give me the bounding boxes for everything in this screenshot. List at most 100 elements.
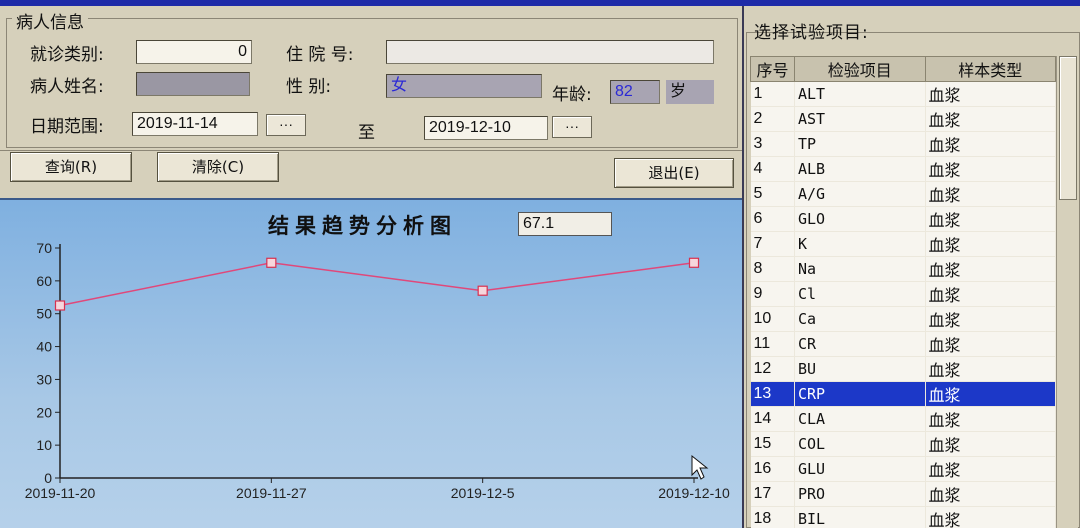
row-item-cell: Cl	[794, 281, 926, 307]
row-item-cell: A/G	[794, 181, 926, 207]
row-sample-cell: 血浆	[925, 106, 1056, 132]
table-row[interactable]: 13 CRP 血浆	[750, 381, 1056, 407]
chart-title: 结果趋势分析图	[268, 214, 457, 238]
age-label: 年龄:	[552, 85, 592, 105]
table-row[interactable]: 9 Cl 血浆	[750, 281, 1056, 307]
row-number-cell: 13	[750, 381, 795, 407]
row-sample-cell: 血浆	[925, 81, 1056, 107]
row-item-cell: CRP	[794, 381, 926, 407]
table-scrollbar[interactable]	[1056, 56, 1078, 528]
table-row[interactable]: 10 Ca 血浆	[750, 306, 1056, 332]
mouse-cursor-icon	[691, 454, 709, 480]
row-sample-cell: 血浆	[925, 156, 1056, 182]
row-sample-cell: 血浆	[925, 381, 1056, 407]
row-item-cell: AST	[794, 106, 926, 132]
date-from-picker-button[interactable]: ···	[266, 114, 306, 136]
table-row[interactable]: 5 A/G 血浆	[750, 181, 1056, 207]
clear-button[interactable]: 清除(C)	[157, 152, 279, 182]
row-number-cell: 2	[750, 106, 795, 132]
column-header-no[interactable]: 序号	[750, 56, 795, 82]
admission-no-field[interactable]	[386, 40, 714, 64]
date-range-label: 日期范围:	[30, 117, 104, 137]
data-point-marker[interactable]	[688, 257, 700, 268]
table-row[interactable]: 15 COL 血浆	[750, 431, 1056, 457]
y-tick-label: 50	[36, 306, 52, 322]
data-point-marker[interactable]	[477, 285, 488, 296]
visit-type-label: 就诊类别:	[30, 45, 104, 65]
table-row[interactable]: 8 Na 血浆	[750, 256, 1056, 282]
date-to-label: 至	[358, 123, 375, 143]
row-item-cell: COL	[794, 431, 926, 457]
row-item-cell: Ca	[794, 306, 926, 332]
right-panel: 选择试验项目: 序号 检验项目 样本类型 1 ALT 血浆 2 AST 血浆 3 TP 血浆 4 A…	[742, 6, 1080, 528]
exit-button[interactable]: 退出(E)	[614, 158, 734, 188]
sex-field[interactable]: 女	[386, 74, 542, 98]
y-tick-label: 30	[36, 371, 52, 387]
current-value-box: 67.1	[518, 212, 612, 236]
patient-info-legend: 病人信息	[12, 8, 88, 33]
table-row[interactable]: 16 GLU 血浆	[750, 456, 1056, 482]
row-sample-cell: 血浆	[925, 181, 1056, 207]
test-items-body: 1 ALT 血浆 2 AST 血浆 3 TP 血浆 4 ALB 血浆 5 A/G 血浆 6 GLO 血浆 7 K 血浆 8…	[750, 81, 1056, 528]
row-item-cell: CR	[794, 331, 926, 357]
y-tick-label: 10	[36, 437, 52, 453]
age-field[interactable]: 82	[610, 80, 660, 104]
row-number-cell: 8	[750, 256, 795, 282]
row-number-cell: 10	[750, 306, 795, 332]
y-tick-label: 40	[36, 339, 52, 355]
table-row[interactable]: 18 BIL 血浆	[750, 506, 1056, 528]
row-sample-cell: 血浆	[925, 281, 1056, 307]
row-sample-cell: 血浆	[925, 231, 1056, 257]
x-tick-label: 2019-12-5	[451, 485, 515, 501]
table-row[interactable]: 6 GLO 血浆	[750, 206, 1056, 232]
row-number-cell: 18	[750, 506, 795, 528]
data-point-marker[interactable]	[54, 300, 66, 311]
visit-type-field[interactable]: 0	[136, 40, 252, 64]
x-tick-label: 2019-11-27	[236, 485, 307, 501]
y-tick-label: 20	[36, 404, 52, 420]
table-row[interactable]: 4 ALB 血浆	[750, 156, 1056, 182]
table-row[interactable]: 11 CR 血浆	[750, 331, 1056, 357]
row-number-cell: 16	[750, 456, 795, 482]
row-sample-cell: 血浆	[925, 331, 1056, 357]
column-header-sample[interactable]: 样本类型	[924, 56, 1056, 82]
row-item-cell: PRO	[794, 481, 926, 507]
row-sample-cell: 血浆	[925, 306, 1056, 332]
row-item-cell: BU	[794, 356, 926, 382]
row-sample-cell: 血浆	[925, 456, 1056, 482]
table-row[interactable]: 14 CLA 血浆	[750, 406, 1056, 432]
row-item-cell: BIL	[794, 506, 926, 528]
row-number-cell: 15	[750, 431, 795, 457]
date-to-field[interactable]: 2019-12-10	[424, 116, 548, 140]
date-from-field[interactable]: 2019-11-14	[132, 112, 258, 136]
row-item-cell: GLU	[794, 456, 926, 482]
trend-chart-area: 0 10 20 30 40 50 60 70 2019-11-20 2019-11-27 2019-…	[0, 198, 742, 528]
row-sample-cell: 血浆	[925, 131, 1056, 157]
row-sample-cell: 血浆	[925, 481, 1056, 507]
table-row[interactable]: 3 TP 血浆	[750, 131, 1056, 157]
table-row[interactable]: 1 ALT 血浆	[750, 81, 1056, 107]
query-button[interactable]: 查询(R)	[10, 152, 132, 182]
patient-name-field[interactable]	[136, 72, 250, 96]
table-row[interactable]: 12 BU 血浆	[750, 356, 1056, 382]
table-row[interactable]: 17 PRO 血浆	[750, 481, 1056, 507]
row-number-cell: 12	[750, 356, 795, 382]
table-row[interactable]: 7 K 血浆	[750, 231, 1056, 257]
row-sample-cell: 血浆	[925, 206, 1056, 232]
row-number-cell: 5	[750, 181, 795, 207]
date-to-picker-button[interactable]: ···	[552, 116, 592, 138]
row-number-cell: 9	[750, 281, 795, 307]
table-row[interactable]: 2 AST 血浆	[750, 106, 1056, 132]
scrollbar-thumb[interactable]	[1059, 56, 1077, 200]
y-tick-label: 0	[44, 470, 52, 486]
trend-chart: 0 10 20 30 40 50 60 70 2019-11-20 2019-11-27 2019-…	[25, 240, 730, 501]
row-item-cell: ALB	[794, 156, 926, 182]
row-number-cell: 6	[750, 206, 795, 232]
row-sample-cell: 血浆	[925, 406, 1056, 432]
row-item-cell: CLA	[794, 406, 926, 432]
row-sample-cell: 血浆	[925, 506, 1056, 528]
row-number-cell: 4	[750, 156, 795, 182]
column-header-item[interactable]: 检验项目	[794, 56, 926, 82]
x-tick-label: 2019-12-10	[658, 485, 730, 501]
data-point-marker[interactable]	[266, 257, 277, 268]
